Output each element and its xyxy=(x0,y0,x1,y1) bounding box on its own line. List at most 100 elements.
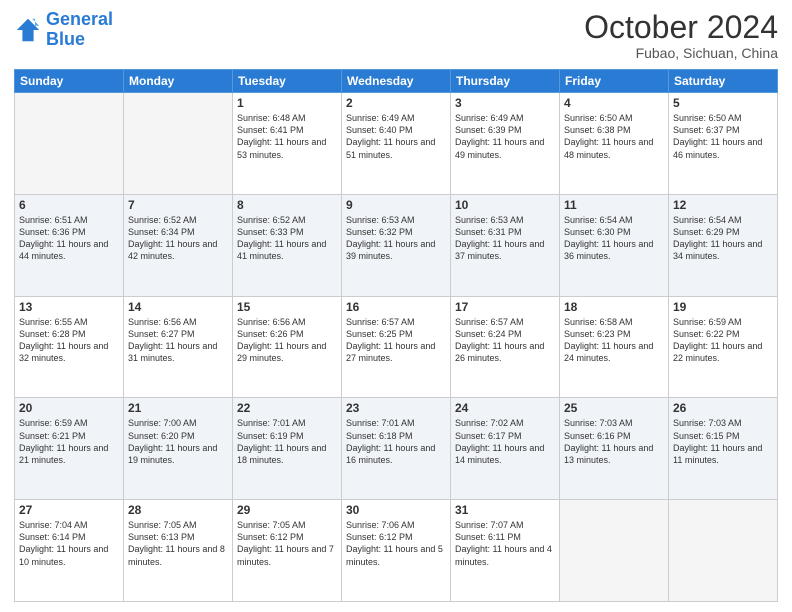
day-info: Sunrise: 6:54 AM Sunset: 6:30 PM Dayligh… xyxy=(564,214,664,263)
day-info: Sunrise: 6:55 AM Sunset: 6:28 PM Dayligh… xyxy=(19,316,119,365)
day-info: Sunrise: 7:03 AM Sunset: 6:16 PM Dayligh… xyxy=(564,417,664,466)
day-number: 12 xyxy=(673,198,773,212)
header: General Blue October 2024 Fubao, Sichuan… xyxy=(14,10,778,61)
calendar-header-row: Sunday Monday Tuesday Wednesday Thursday… xyxy=(15,70,778,93)
day-number: 27 xyxy=(19,503,119,517)
col-friday: Friday xyxy=(560,70,669,93)
table-row: 14Sunrise: 6:56 AM Sunset: 6:27 PM Dayli… xyxy=(124,296,233,398)
day-info: Sunrise: 7:00 AM Sunset: 6:20 PM Dayligh… xyxy=(128,417,228,466)
day-info: Sunrise: 6:53 AM Sunset: 6:32 PM Dayligh… xyxy=(346,214,446,263)
table-row: 22 Sunrise: 7:01 AM Sunset: 6:19 PM Dayli… xyxy=(233,398,342,500)
day-number: 18 xyxy=(564,300,664,314)
day-info: Sunrise: 6:53 AM Sunset: 6:31 PM Dayligh… xyxy=(455,214,555,263)
day-info: Sunrise: 7:06 AM Sunset: 6:12 PM Dayligh… xyxy=(346,519,446,568)
day-number: 3 xyxy=(455,96,555,110)
day-number: 5 xyxy=(673,96,773,110)
table-row: 6 Sunrise: 6:51 AM Sunset: 6:36 PM Daylig… xyxy=(15,194,124,296)
table-row: 15 Sunrise: 6:56 AM Sunset: 6:26 PM Dayli… xyxy=(233,296,342,398)
logo-blue: Blue xyxy=(46,29,85,49)
day-number: 7 xyxy=(128,198,228,212)
calendar-week-row: 20 Sunrise: 6:59 AM Sunset: 6:21 PM Dayli… xyxy=(15,398,778,500)
day-info: Sunrise: 6:51 AM Sunset: 6:36 PM Dayligh… xyxy=(19,214,119,263)
col-saturday: Saturday xyxy=(669,70,778,93)
day-info: Sunrise: 6:49 AM Sunset: 6:39 PM Dayligh… xyxy=(455,112,555,161)
logo-general: General xyxy=(46,9,113,29)
table-row: 17 Sunrise: 6:57 AM Sunset: 6:24 PM Dayli… xyxy=(451,296,560,398)
logo-text: General Blue xyxy=(46,10,113,50)
day-info: Sunrise: 7:07 AM Sunset: 6:11 PM Dayligh… xyxy=(455,519,555,568)
day-info: Sunrise: 6:56 AM Sunset: 6:27 PM Dayligh… xyxy=(128,316,228,365)
day-number: 24 xyxy=(455,401,555,415)
day-info: Sunrise: 6:59 AM Sunset: 6:21 PM Dayligh… xyxy=(19,417,119,466)
table-row: 19 Sunrise: 6:59 AM Sunset: 6:22 PM Dayli… xyxy=(669,296,778,398)
day-number: 19 xyxy=(673,300,773,314)
table-row: 16Sunrise: 6:57 AM Sunset: 6:25 PM Dayli… xyxy=(342,296,451,398)
calendar-week-row: 1 Sunrise: 6:48 AM Sunset: 6:41 PM Daylig… xyxy=(15,93,778,195)
table-row xyxy=(669,500,778,602)
day-number: 30 xyxy=(346,503,446,517)
day-info: Sunrise: 7:01 AM Sunset: 6:18 PM Dayligh… xyxy=(346,417,446,466)
day-number: 17 xyxy=(455,300,555,314)
day-info: Sunrise: 6:52 AM Sunset: 6:34 PM Dayligh… xyxy=(128,214,228,263)
day-info: Sunrise: 7:04 AM Sunset: 6:14 PM Dayligh… xyxy=(19,519,119,568)
day-number: 22 xyxy=(237,401,337,415)
day-info: Sunrise: 6:59 AM Sunset: 6:22 PM Dayligh… xyxy=(673,316,773,365)
day-info: Sunrise: 7:01 AM Sunset: 6:19 PM Dayligh… xyxy=(237,417,337,466)
table-row: 12Sunrise: 6:54 AM Sunset: 6:29 PM Dayli… xyxy=(669,194,778,296)
day-number: 1 xyxy=(237,96,337,110)
day-number: 29 xyxy=(237,503,337,517)
day-number: 15 xyxy=(237,300,337,314)
day-number: 31 xyxy=(455,503,555,517)
day-number: 28 xyxy=(128,503,228,517)
calendar-week-row: 13 Sunrise: 6:55 AM Sunset: 6:28 PM Dayli… xyxy=(15,296,778,398)
day-info: Sunrise: 7:02 AM Sunset: 6:17 PM Dayligh… xyxy=(455,417,555,466)
day-number: 23 xyxy=(346,401,446,415)
col-sunday: Sunday xyxy=(15,70,124,93)
table-row xyxy=(124,93,233,195)
day-number: 13 xyxy=(19,300,119,314)
month-title: October 2024 xyxy=(584,10,778,45)
calendar-week-row: 6 Sunrise: 6:51 AM Sunset: 6:36 PM Daylig… xyxy=(15,194,778,296)
day-number: 2 xyxy=(346,96,446,110)
col-wednesday: Wednesday xyxy=(342,70,451,93)
table-row: 5Sunrise: 6:50 AM Sunset: 6:37 PM Daylig… xyxy=(669,93,778,195)
day-number: 21 xyxy=(128,401,228,415)
table-row: 26Sunrise: 7:03 AM Sunset: 6:15 PM Dayli… xyxy=(669,398,778,500)
day-info: Sunrise: 6:58 AM Sunset: 6:23 PM Dayligh… xyxy=(564,316,664,365)
day-number: 20 xyxy=(19,401,119,415)
table-row: 11 Sunrise: 6:54 AM Sunset: 6:30 PM Dayli… xyxy=(560,194,669,296)
table-row: 31 Sunrise: 7:07 AM Sunset: 6:11 PM Dayli… xyxy=(451,500,560,602)
table-row: 27 Sunrise: 7:04 AM Sunset: 6:14 PM Dayli… xyxy=(15,500,124,602)
col-thursday: Thursday xyxy=(451,70,560,93)
day-number: 16 xyxy=(346,300,446,314)
day-info: Sunrise: 6:48 AM Sunset: 6:41 PM Dayligh… xyxy=(237,112,337,161)
day-info: Sunrise: 7:03 AM Sunset: 6:15 PM Dayligh… xyxy=(673,417,773,466)
calendar-week-row: 27 Sunrise: 7:04 AM Sunset: 6:14 PM Dayli… xyxy=(15,500,778,602)
calendar-table: Sunday Monday Tuesday Wednesday Thursday… xyxy=(14,69,778,602)
day-number: 9 xyxy=(346,198,446,212)
table-row: 10Sunrise: 6:53 AM Sunset: 6:31 PM Dayli… xyxy=(451,194,560,296)
table-row: 13 Sunrise: 6:55 AM Sunset: 6:28 PM Dayli… xyxy=(15,296,124,398)
col-tuesday: Tuesday xyxy=(233,70,342,93)
day-info: Sunrise: 6:57 AM Sunset: 6:24 PM Dayligh… xyxy=(455,316,555,365)
day-number: 11 xyxy=(564,198,664,212)
table-row: 28Sunrise: 7:05 AM Sunset: 6:13 PM Dayli… xyxy=(124,500,233,602)
day-number: 6 xyxy=(19,198,119,212)
table-row: 4 Sunrise: 6:50 AM Sunset: 6:38 PM Daylig… xyxy=(560,93,669,195)
day-number: 4 xyxy=(564,96,664,110)
day-info: Sunrise: 6:50 AM Sunset: 6:38 PM Dayligh… xyxy=(564,112,664,161)
table-row: 30 Sunrise: 7:06 AM Sunset: 6:12 PM Dayli… xyxy=(342,500,451,602)
logo-icon xyxy=(14,16,42,44)
table-row: 1 Sunrise: 6:48 AM Sunset: 6:41 PM Daylig… xyxy=(233,93,342,195)
col-monday: Monday xyxy=(124,70,233,93)
page: General Blue October 2024 Fubao, Sichuan… xyxy=(0,0,792,612)
day-info: Sunrise: 6:56 AM Sunset: 6:26 PM Dayligh… xyxy=(237,316,337,365)
table-row: 23 Sunrise: 7:01 AM Sunset: 6:18 PM Dayli… xyxy=(342,398,451,500)
table-row: 2Sunrise: 6:49 AM Sunset: 6:40 PM Daylig… xyxy=(342,93,451,195)
table-row: 7 Sunrise: 6:52 AM Sunset: 6:34 PM Daylig… xyxy=(124,194,233,296)
table-row xyxy=(560,500,669,602)
day-number: 8 xyxy=(237,198,337,212)
table-row: 20 Sunrise: 6:59 AM Sunset: 6:21 PM Dayli… xyxy=(15,398,124,500)
table-row: 25 Sunrise: 7:03 AM Sunset: 6:16 PM Dayli… xyxy=(560,398,669,500)
day-number: 25 xyxy=(564,401,664,415)
